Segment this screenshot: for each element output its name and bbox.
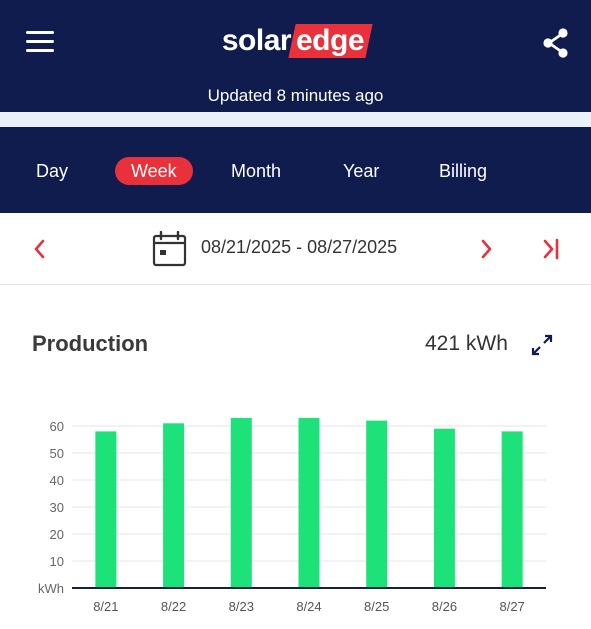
y-tick-label: 50 <box>50 446 64 461</box>
last-updated-text: Updated 8 minutes ago <box>207 86 384 105</box>
y-tick-label: 40 <box>50 473 64 488</box>
chart-bar <box>501 431 523 588</box>
x-tick-label: 8/27 <box>499 599 524 614</box>
header-divider <box>0 112 591 127</box>
x-tick-label: 8/23 <box>229 599 254 614</box>
chart-bar <box>366 420 388 588</box>
chart-bar <box>298 417 320 588</box>
chart-bar <box>95 431 117 588</box>
y-tick-label: 60 <box>50 419 64 434</box>
y-tick-label: 20 <box>50 527 64 542</box>
tab-day[interactable]: Day <box>36 157 68 185</box>
tab-month[interactable]: Month <box>231 157 281 185</box>
share-icon[interactable] <box>540 27 572 59</box>
date-range-text[interactable]: 08/21/2025 - 08/27/2025 <box>201 237 397 258</box>
y-tick-label: 10 <box>50 554 64 569</box>
production-total: 421 kWh <box>425 332 508 355</box>
tab-year[interactable]: Year <box>343 157 379 185</box>
skip-to-end-icon[interactable] <box>540 235 564 263</box>
x-tick-label: 8/22 <box>161 599 186 614</box>
logo-badge-edge: edge <box>288 24 373 58</box>
y-tick-label: kWh <box>38 581 64 596</box>
x-tick-label: 8/24 <box>296 599 321 614</box>
tab-billing[interactable]: Billing <box>439 157 487 185</box>
chevron-right-icon[interactable] <box>474 235 498 263</box>
logo-text-edge: edge <box>296 24 365 57</box>
tab-week[interactable]: Week <box>115 157 193 185</box>
chevron-left-icon[interactable] <box>28 235 52 263</box>
x-tick-label: 8/26 <box>432 599 457 614</box>
calendar-icon[interactable] <box>152 230 188 267</box>
y-tick-label: 30 <box>50 500 64 515</box>
x-tick-label: 8/25 <box>364 599 389 614</box>
x-tick-label: 8/21 <box>93 599 118 614</box>
production-bar-chart: kWh 10 20 30 40 50 60 8/21 8/22 8/23 8/24 8/25 8/26 8… <box>38 417 546 614</box>
expand-icon[interactable] <box>529 332 555 358</box>
logo-text-solar: solar <box>221 24 292 57</box>
chart-bar <box>433 428 455 588</box>
period-tabs: Day Week Month Year Billing <box>0 127 591 213</box>
production-title: Production <box>32 331 149 356</box>
chart-bar <box>163 423 185 588</box>
chart-bar <box>230 417 252 588</box>
app-header: solar edge Updated 8 minutes ago <box>0 0 591 112</box>
solaredge-logo: solar edge <box>0 24 591 58</box>
